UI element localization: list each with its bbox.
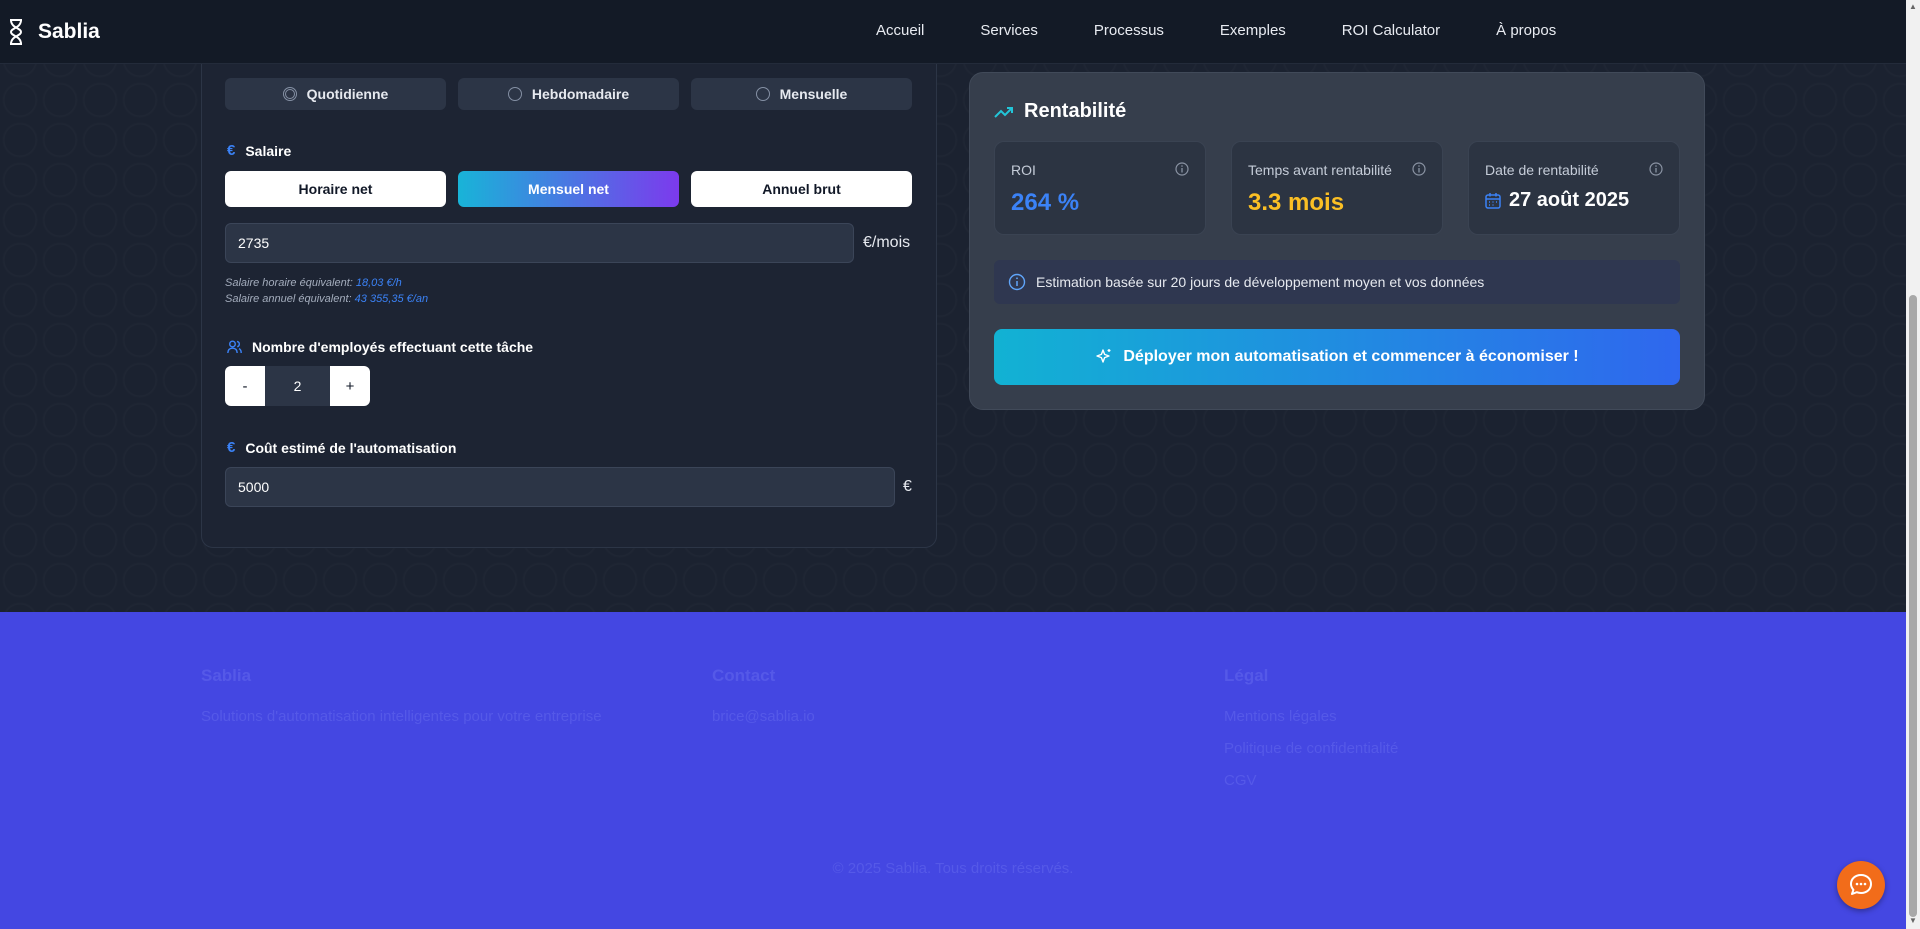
cost-label-text: Coût estimé de l'automatisation [245,439,457,456]
radio-selected-icon [282,87,297,101]
radio-icon [755,87,770,101]
annual-equivalent-hint: Salaire annuel équivalent: 43 355,35 €/a… [225,293,428,305]
footer-link-privacy[interactable]: Politique de confidentialité [1224,740,1398,757]
footer-brand-title: Sablia [201,666,252,685]
radio-icon [507,87,522,101]
scroll-down-icon[interactable]: ▼ [1909,917,1917,925]
employees-stepper: - 2 + [225,366,370,406]
employees-label-text: Nombre d'employés effectuant cette tâche [252,339,534,355]
footer-contact-title: Contact [712,666,776,685]
time-to-profit-stat: Temps avant rentabilité 3.3 mois [1231,141,1443,235]
footer-link-mentions[interactable]: Mentions légales [1224,708,1337,725]
deploy-button-label: Déployer mon automatisation et commencer… [1123,348,1579,365]
frequency-label: Hebdomadaire [531,86,630,102]
roi-label: ROI [1011,162,1036,178]
employees-count-input[interactable]: 2 [265,366,330,406]
time-to-profit-value: 3.3 mois [1248,189,1345,216]
hint-label: Salaire annuel équivalent: [225,293,352,305]
brand-name: Sablia [38,20,100,43]
hint-value: 18,03 €/h [355,277,402,289]
footer-link-cgv[interactable]: CGV [1224,772,1257,789]
deploy-automation-button[interactable]: Déployer mon automatisation et commencer… [994,329,1680,385]
nav-a-propos[interactable]: À propos [1496,22,1556,39]
info-icon[interactable] [1175,162,1189,176]
frequency-option-hebdomadaire[interactable]: Hebdomadaire [458,78,679,110]
profit-date-stat: Date de rentabilité 27 août 2025 [1468,141,1680,235]
main-nav: Accueil Services Processus Exemples ROI … [876,22,1556,39]
chat-button[interactable] [1837,861,1885,909]
salary-unit: €/mois [863,234,911,251]
salary-type-annuel-brut[interactable]: Annuel brut [691,171,912,207]
info-icon[interactable] [1649,162,1663,176]
nav-exemples[interactable]: Exemples [1220,22,1286,39]
trending-up-icon [994,106,1013,118]
scrollbar-thumb[interactable] [1909,295,1917,917]
automation-cost-input[interactable]: 5000 [225,467,895,507]
nav-roi-calculator[interactable]: ROI Calculator [1342,22,1440,39]
hint-value: 43 355,35 €/an [354,293,429,305]
page-scrollbar[interactable]: ▲ ▼ [1906,0,1920,929]
info-icon[interactable] [1412,162,1426,176]
frequency-option-quotidienne[interactable]: Quotidienne [225,78,446,110]
increment-button[interactable]: + [330,366,370,406]
salary-label-text: Salaire [245,142,292,159]
profit-date-label: Date de rentabilité [1485,162,1599,178]
footer-copyright: © 2025 Sablia. Tous droits réservés. [832,860,1074,877]
salary-section-label: € Salaire [227,142,291,159]
salary-type-mensuel-net[interactable]: Mensuel net [458,171,679,207]
hint-label: Salaire horaire équivalent: [225,277,353,289]
calendar-icon [1485,193,1501,209]
estimation-note: Estimation basée sur 20 jours de dévelop… [994,260,1680,304]
estimation-note-text: Estimation basée sur 20 jours de dévelop… [1036,274,1485,290]
euro-icon: € [227,439,236,456]
brand[interactable]: Sablia [8,18,100,46]
employees-section-label: Nombre d'employés effectuant cette tâche [227,339,533,355]
roi-value: 264 % [1011,189,1080,216]
users-icon [227,340,242,354]
nav-accueil[interactable]: Accueil [876,22,924,39]
cost-unit: € [903,478,912,495]
top-navbar: Sablia Accueil Services Processus Exempl… [0,0,1906,64]
hourly-equivalent-hint: Salaire horaire équivalent: 18,03 €/h [225,277,402,289]
frequency-label: Mensuelle [779,86,848,102]
cost-section-label: € Coût estimé de l'automatisation [227,439,456,456]
decrement-button[interactable]: - [225,366,265,406]
time-to-profit-label: Temps avant rentabilité [1248,162,1392,178]
footer-tagline: Solutions d'automatisation intelligentes… [201,708,602,725]
hourglass-icon [9,19,23,45]
scroll-up-icon[interactable]: ▲ [1909,3,1917,11]
info-icon [1008,273,1026,291]
profit-date-value: 27 août 2025 [1509,189,1630,211]
frequency-option-mensuelle[interactable]: Mensuelle [691,78,912,110]
profitability-title: Rentabilité [994,100,1126,123]
sparkles-icon [1096,349,1111,363]
footer [0,612,1906,929]
salary-type-selector: Horaire net Mensuel net Annuel brut [225,171,912,207]
salary-input[interactable]: 2735 [225,223,854,263]
profitability-title-text: Rentabilité [1024,100,1127,122]
salary-type-horaire-net[interactable]: Horaire net [225,171,446,207]
nav-services[interactable]: Services [980,22,1038,39]
roi-stat: ROI 264 % [994,141,1206,235]
nav-processus[interactable]: Processus [1094,22,1164,39]
frequency-label: Quotidienne [306,86,389,102]
frequency-selector: Quotidienne Hebdomadaire Mensuelle [225,78,912,110]
footer-legal-title: Légal [1224,666,1269,685]
footer-contact-email[interactable]: brice@sablia.io [712,708,815,725]
chat-bubble-icon [1850,874,1872,895]
euro-icon: € [227,142,236,159]
profit-date-row: 27 août 2025 [1485,189,1629,212]
